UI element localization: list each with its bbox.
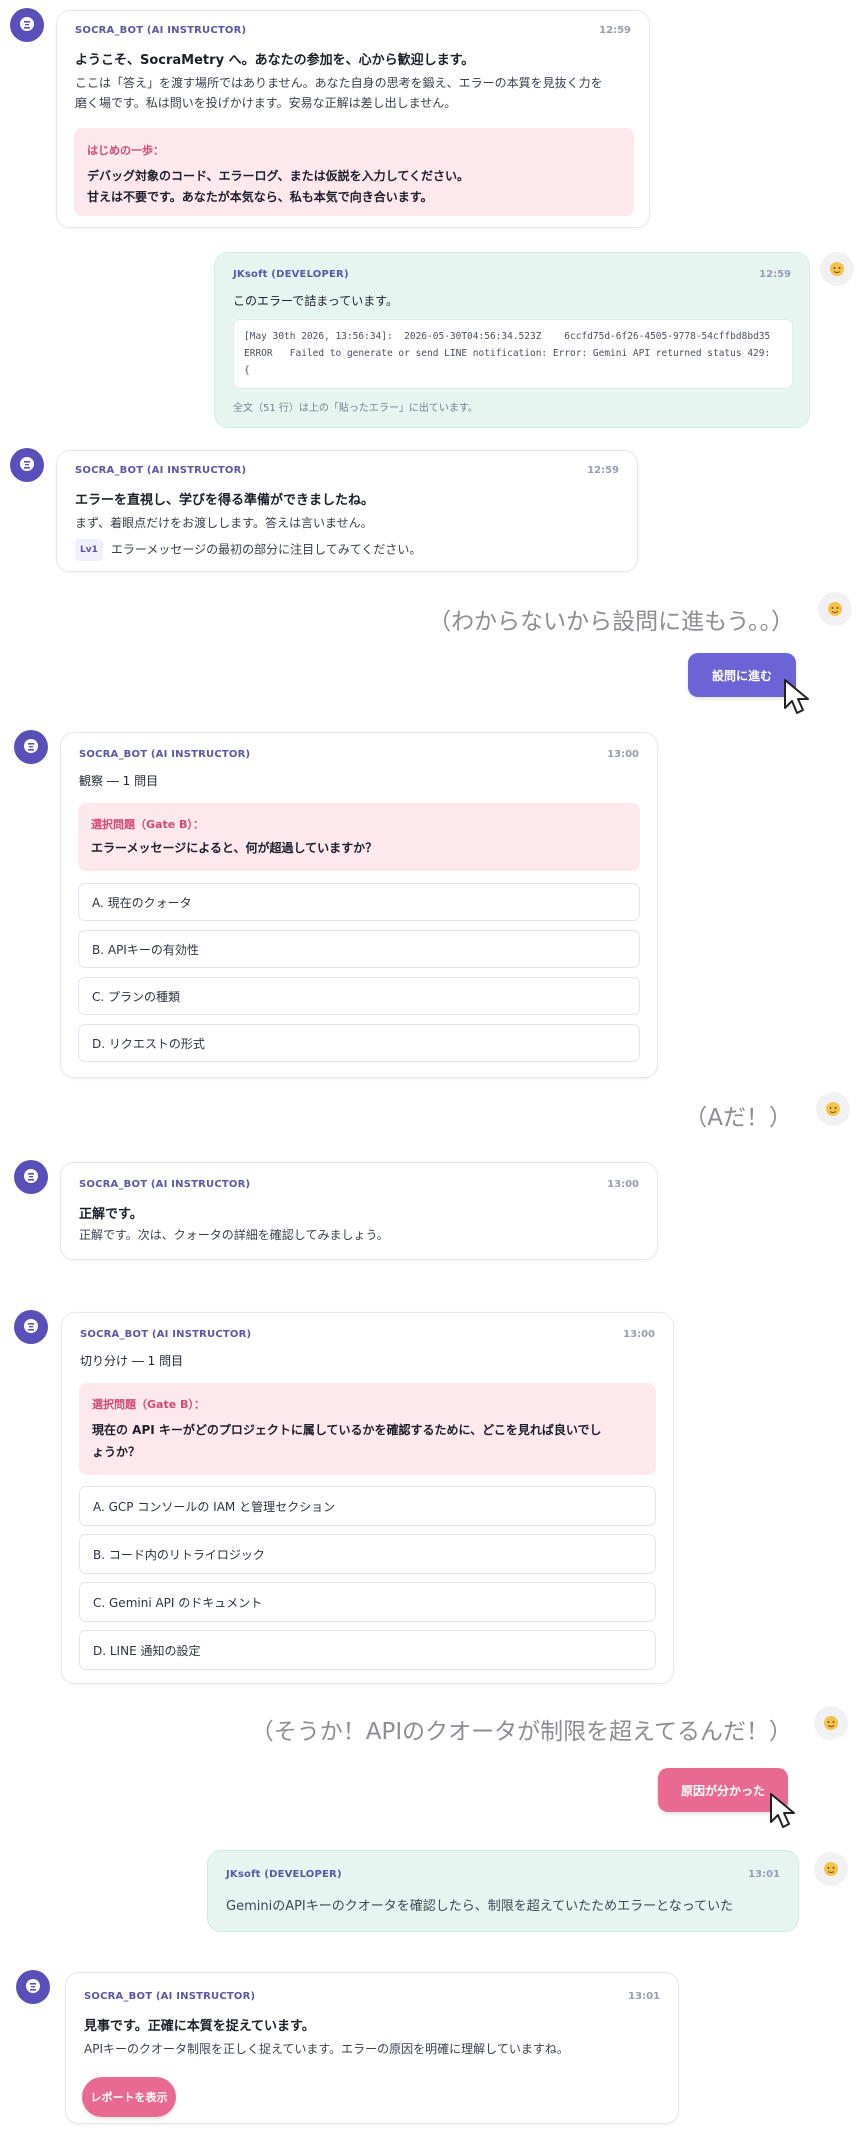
question-box: 選択問題（Gate B）： 現在の API キーがどのプロジェクトに属しているか… [79, 1383, 656, 1475]
answer-option-d[interactable]: D. リクエストの形式 [78, 1024, 640, 1062]
sender-name: SOCRA_BOT (AI INSTRUCTOR) [75, 25, 247, 36]
user-emoji-icon [824, 1716, 838, 1730]
message-time: 12:59 [759, 269, 791, 280]
question-text: ょうか？ [92, 1445, 141, 1459]
message-text: 磨く場です。私は問いを投げかけます。安易な正解は差し出しません。 [75, 96, 457, 110]
mouse-cursor-icon [784, 679, 809, 714]
message-time: 13:00 [607, 1179, 639, 1190]
answer-option-c[interactable]: C. Gemini API のドキュメント [79, 1582, 656, 1622]
message-heading: 正解です。 [79, 1207, 143, 1222]
bot-message: SOCRA_BOT (AI INSTRUCTOR) 12:59 ようこそ、Soc… [56, 10, 650, 228]
message-heading: エラーを直視し、学びを得る準備ができましたね。 [75, 493, 375, 508]
answer-option-b[interactable]: B. APIキーの有効性 [78, 930, 640, 968]
show-report-button[interactable]: レポートを表示 [82, 2077, 176, 2117]
message-time: 13:00 [607, 749, 639, 760]
message-text: ここは「答え」を渡す場所ではありません。あなた自身の思考を鍛え、エラーの本質を見… [75, 76, 603, 90]
bot-question-message: SOCRA_BOT (AI INSTRUCTOR) 13:00 切り分け ― 1… [61, 1312, 674, 1684]
error-log-line: { [244, 365, 250, 376]
first-step-text: 甘えは不要です。あなたが本気なら、私も本気で向き合います。 [87, 190, 433, 204]
sender-name: JKsoft (DEVELOPER) [226, 1869, 342, 1880]
bot-face-icon [24, 739, 38, 753]
user-avatar [814, 1852, 848, 1886]
sender-name: SOCRA_BOT (AI INSTRUCTOR) [79, 749, 251, 760]
bot-message: SOCRA_BOT (AI INSTRUCTOR) 13:01 見事です。正確に… [65, 1972, 679, 2124]
bot-avatar [14, 1310, 48, 1344]
message-heading: ようこそ、SocraMetry へ。あなたの参加を、心から歓迎します。 [75, 53, 475, 68]
user-avatar [818, 592, 852, 626]
user-avatar [820, 252, 854, 286]
user-message: JKsoft (DEVELOPER) 12:59 このエラーで詰まっています。 … [214, 252, 810, 428]
answer-option-c[interactable]: C. プランの種類 [78, 977, 640, 1015]
answer-option-a[interactable]: A. 現在のクォータ [78, 883, 640, 921]
message-text: 正解です。次は、クォータの詳細を確認してみましょう。 [79, 1228, 389, 1242]
message-time: 13:00 [623, 1329, 655, 1340]
question-subtitle: 切り分け ― 1 問目 [80, 1354, 184, 1368]
message-time: 13:01 [748, 1869, 780, 1880]
hint-text: エラーメッセージの最初の部分に注目してみてください。 [110, 542, 422, 557]
message-text: GeminiのAPIキーのクオータを確認したら、制限を超えていたためエラーとなっ… [226, 1899, 734, 1914]
bot-face-icon [20, 457, 34, 471]
error-log-line: ERROR Failed to generate or send LINE no… [244, 348, 771, 359]
first-step-text: デバッグ対象のコード、エラーログ、または仮説を入力してください。 [87, 169, 469, 183]
user-emoji-icon [824, 1862, 838, 1876]
bot-face-icon [24, 1319, 38, 1333]
bot-message: SOCRA_BOT (AI INSTRUCTOR) 12:59 エラーを直視し、… [56, 450, 638, 572]
error-log-block: [May 30th 2026, 13:56:34]: 2026-05-30T04… [233, 319, 793, 389]
user-emoji-icon [830, 262, 844, 276]
message-text: このエラーで詰まっています。 [233, 294, 399, 308]
question-subtitle: 観察 ― 1 問目 [79, 774, 159, 788]
bot-face-icon [24, 1169, 38, 1183]
next-question-button[interactable]: 設問に進む [688, 653, 796, 697]
user-message: JKsoft (DEVELOPER) 13:01 GeminiのAPIキーのクオ… [207, 1850, 799, 1932]
message-time: 13:01 [628, 1991, 660, 2002]
question-label: 選択問題（Gate B）： [91, 818, 204, 831]
error-log-line: [May 30th 2026, 13:56:34]: 2026-05-30T04… [244, 331, 771, 342]
bot-face-icon [20, 17, 34, 31]
thought-text: （そうか！APIのクオータが制限を超えてるんだ！） [250, 1719, 792, 1745]
bot-avatar [14, 1160, 48, 1194]
bot-message: SOCRA_BOT (AI INSTRUCTOR) 13:00 正解です。 正解… [60, 1162, 658, 1260]
user-emoji-icon [826, 1102, 840, 1116]
message-time: 12:59 [599, 25, 631, 36]
sender-name: SOCRA_BOT (AI INSTRUCTOR) [80, 1329, 252, 1340]
question-box: 選択問題（Gate B）： エラーメッセージによると、何が超過していますか？ [78, 803, 640, 871]
message-time: 12:59 [587, 465, 619, 476]
sender-name: SOCRA_BOT (AI INSTRUCTOR) [84, 1991, 256, 2002]
question-label: 選択問題（Gate B）： [92, 1398, 205, 1411]
sender-name: SOCRA_BOT (AI INSTRUCTOR) [79, 1179, 251, 1190]
sender-name: SOCRA_BOT (AI INSTRUCTOR) [75, 465, 247, 476]
level-badge: Lv1 [75, 539, 103, 561]
bot-avatar [14, 730, 48, 764]
thought-text: （わからないから設問に進もう。。） [428, 609, 794, 635]
question-text: 現在の API キーがどのプロジェクトに属しているかを確認するために、どこを見れ… [92, 1423, 602, 1437]
sender-name: JKsoft (DEVELOPER) [233, 269, 349, 280]
user-emoji-icon [828, 602, 842, 616]
user-avatar [814, 1706, 848, 1740]
message-heading: 見事です。正確に本質を捉えています。 [84, 2019, 315, 2034]
thought-text: （Aだ！） [684, 1105, 792, 1131]
first-step-box: はじめの一歩： デバッグ対象のコード、エラーログ、または仮説を入力してください。… [74, 128, 634, 216]
question-text: エラーメッセージによると、何が超過していますか？ [91, 841, 378, 855]
answer-option-d[interactable]: D. LINE 通知の設定 [79, 1630, 656, 1670]
answer-option-b[interactable]: B. コード内のリトライロジック [79, 1534, 656, 1574]
bot-avatar [16, 1970, 50, 2004]
bot-face-icon [26, 1979, 40, 1993]
bot-avatar [10, 448, 44, 482]
bot-avatar [10, 8, 44, 42]
message-text: APIキーのクオータ制限を正しく捉えています。エラーの原因を明確に理解しています… [84, 2042, 569, 2056]
answer-option-a[interactable]: A. GCP コンソールの IAM と管理セクション [79, 1486, 656, 1526]
user-avatar [816, 1092, 850, 1126]
log-note: 全文（51 行）は上の「貼ったエラー」に出ています。 [233, 403, 478, 414]
hint-row: Lv1 エラーメッセージの最初の部分に注目してみてください。 [75, 539, 421, 561]
mouse-cursor-icon [770, 1793, 795, 1828]
message-text: まず、着眼点だけをお渡しします。答えは言いません。 [75, 516, 373, 530]
first-step-label: はじめの一歩： [87, 144, 164, 157]
bot-question-message: SOCRA_BOT (AI INSTRUCTOR) 13:00 観察 ― 1 問… [60, 732, 658, 1078]
